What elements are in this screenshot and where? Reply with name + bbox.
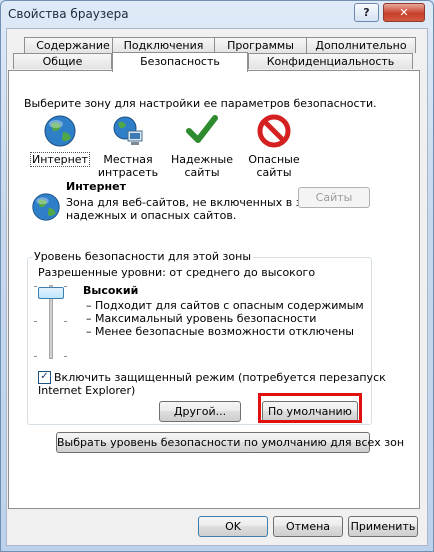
protected-mode-checkbox[interactable]: ✓	[38, 371, 51, 384]
highlight-box	[258, 393, 362, 423]
custom-level-button[interactable]: Другой...	[159, 401, 241, 422]
slider-tick	[34, 321, 37, 322]
zone-restricted-label-1: Опасные	[248, 153, 300, 166]
no-entry-icon	[257, 114, 291, 148]
zone-instruction: Выберите зону для настройки ее параметро…	[24, 97, 377, 110]
help-button[interactable]: ?	[354, 3, 379, 22]
protected-mode-label-1: Включить защищенный режим (потребуется п…	[54, 371, 386, 384]
zone-restricted-label-2: сайты	[256, 166, 292, 179]
zone-restricted-sites[interactable]: Опасные сайты	[243, 114, 305, 179]
reset-all-zones-button[interactable]: Выбрать уровень безопасности по умолчани…	[56, 432, 404, 453]
zone-local-intranet[interactable]: Местная интрасеть	[97, 114, 159, 179]
globe-icon	[44, 115, 76, 147]
selected-zone-globe-icon	[32, 193, 60, 221]
slider-tick	[64, 286, 67, 287]
level-point: – Максимальный уровень безопасности	[86, 312, 317, 325]
slider-tick	[64, 356, 67, 357]
level-point: – Подходит для сайтов с опасным содержим…	[86, 299, 364, 312]
zone-description-line1: Зона для веб-сайтов, не включенных в зон…	[66, 196, 325, 209]
zone-trusted-sites[interactable]: Надежные сайты	[171, 114, 233, 179]
tab-programs[interactable]: Программы	[214, 37, 307, 53]
zone-trusted-label-1: Надежные	[171, 153, 233, 166]
apply-button[interactable]: Применить	[348, 516, 418, 537]
allowed-levels-text: Разрешенные уровни: от среднего до высок…	[38, 266, 316, 279]
zone-description-line2: надежных и опасных сайтов.	[66, 209, 237, 222]
tab-security[interactable]: Безопасность	[112, 52, 248, 72]
security-level-group-title: Уровень безопасности для этой зоны	[32, 250, 253, 263]
zone-intranet-label-2: интрасеть	[97, 166, 159, 179]
tab-general[interactable]: Общие	[13, 53, 112, 69]
tab-advanced[interactable]: Дополнительно	[306, 37, 416, 53]
zone-internet-label: Интернет	[30, 152, 90, 167]
intranet-icon	[113, 116, 143, 145]
window-title: Свойства браузера	[8, 7, 129, 21]
sites-button[interactable]: Сайты	[298, 187, 370, 208]
ok-button[interactable]: OK	[198, 516, 268, 537]
security-level-name: Высокий	[83, 284, 139, 297]
title-bar[interactable]: Свойства браузера ? ✕	[1, 1, 433, 31]
close-button[interactable]: ✕	[383, 3, 425, 22]
zone-internet[interactable]: Интернет	[29, 114, 91, 167]
zone-intranet-label-1: Местная	[103, 153, 153, 166]
tab-content[interactable]: Содержание	[24, 37, 122, 53]
protected-mode-label-2: Internet Explorer)	[38, 384, 136, 397]
selected-zone-title: Интернет	[66, 180, 126, 193]
slider-thumb[interactable]	[38, 287, 64, 299]
tab-privacy[interactable]: Конфиденциальность	[248, 53, 413, 69]
slider-tick	[64, 321, 67, 322]
cancel-button[interactable]: Отмена	[273, 516, 343, 537]
level-point: – Менее безопасные возможности отключены	[86, 325, 354, 338]
zone-trusted-label-2: сайты	[184, 166, 220, 179]
slider-tick	[34, 356, 37, 357]
checkmark-icon	[186, 115, 218, 143]
tab-connections[interactable]: Подключения	[112, 37, 215, 53]
slider-tick	[34, 286, 37, 287]
